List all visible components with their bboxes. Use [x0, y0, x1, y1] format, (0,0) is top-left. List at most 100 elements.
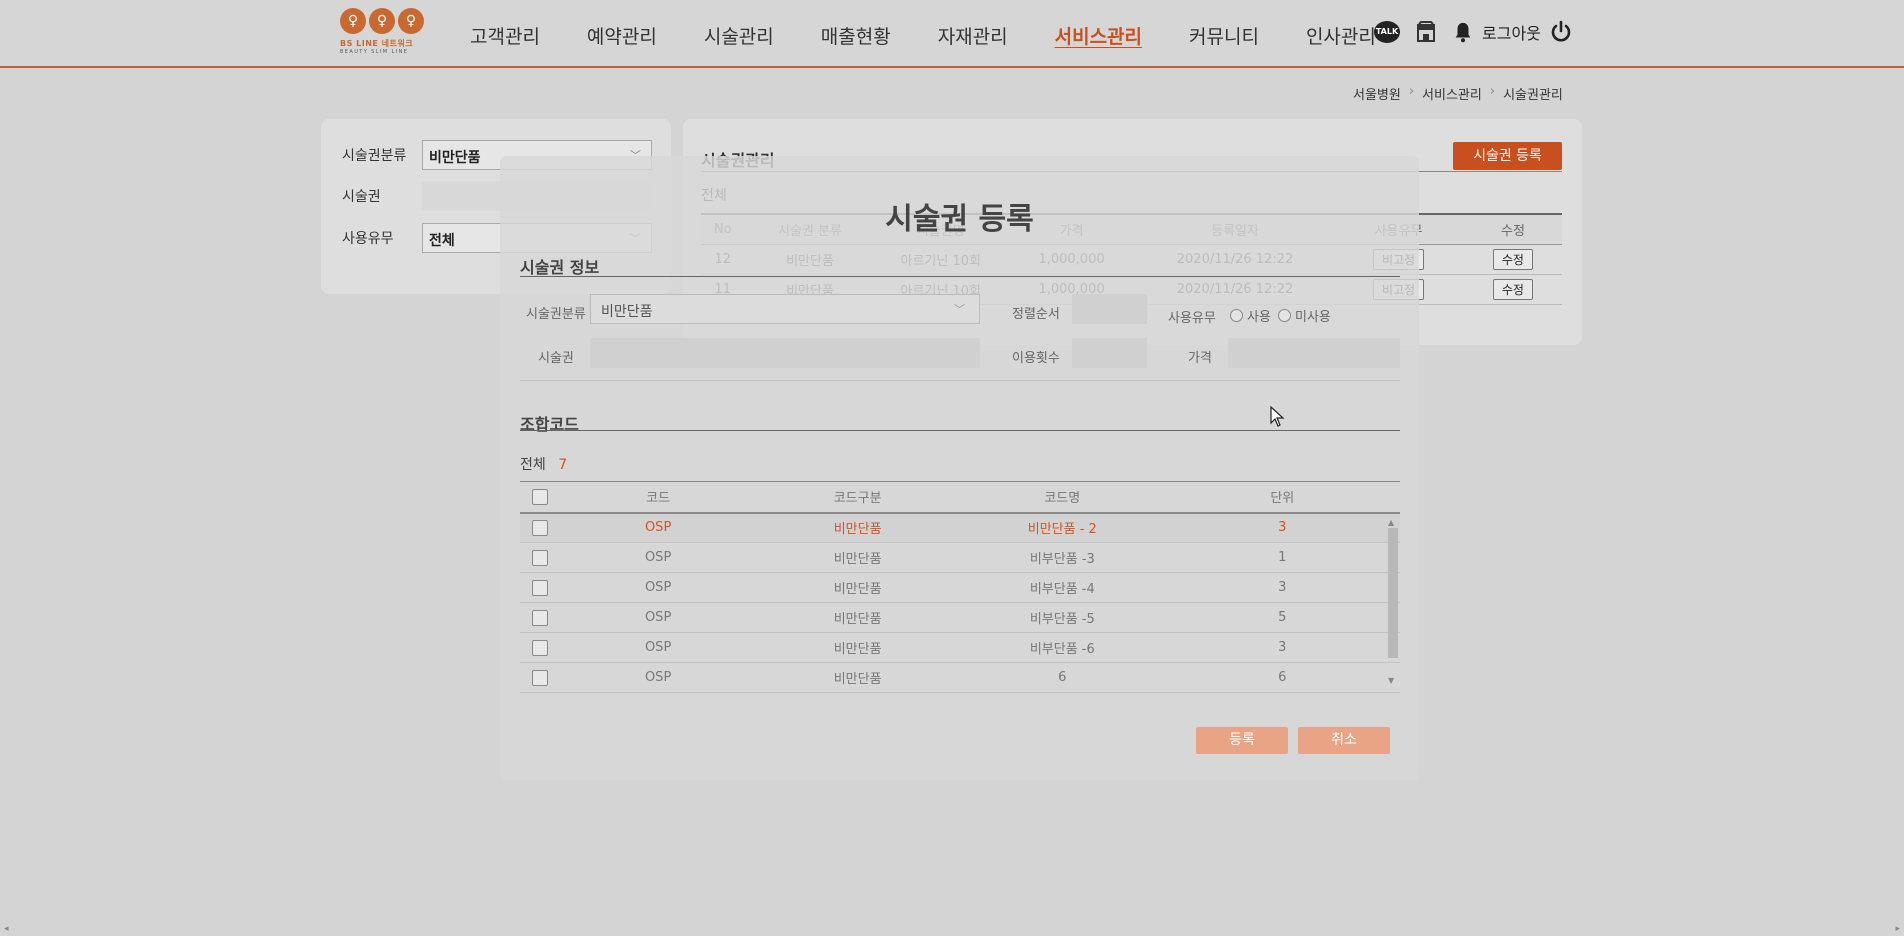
power-icon[interactable] [1549, 20, 1573, 44]
combo-total: 전체 7 [520, 454, 567, 474]
row-checkbox-cell [520, 662, 561, 693]
table-row[interactable]: OSP 비만단품 비만단품 - 23 [520, 512, 1400, 543]
table-row[interactable]: OSP 비만단품 비부단품 -6 3 [520, 632, 1400, 663]
breadcrumb-chevron-icon: › [1489, 84, 1496, 99]
ticket-info-section-title: 시술권 정보 [520, 258, 600, 277]
column-header[interactable]: 코드구분 [755, 481, 960, 514]
talk-icon[interactable]: TALK [1374, 21, 1400, 43]
radio-use[interactable]: 사용 [1230, 306, 1271, 325]
modal-sort-label: 정렬순서 [1012, 307, 1060, 322]
filter-ticket-label: 시술권 [342, 189, 381, 205]
table-cell-code: OSP [560, 602, 756, 633]
column-header[interactable]: 단위 [1164, 481, 1400, 514]
table-cell-type: 비만단품 [755, 602, 960, 633]
column-header[interactable]: 코드 [560, 481, 756, 514]
chevron-down-icon: ﹀ [954, 303, 965, 316]
scroll-right-icon[interactable]: ▸ [1895, 924, 1900, 934]
submit-button[interactable]: 등록 [1196, 727, 1288, 754]
modal-sort-input[interactable] [1072, 294, 1147, 324]
radio-use-label: 사용 [1247, 310, 1271, 325]
divider [520, 430, 1400, 431]
nav-item[interactable]: 예약관리 [587, 22, 657, 49]
row-checkbox[interactable] [532, 609, 549, 626]
edit-button[interactable]: 수정 [1492, 278, 1533, 300]
row-checkbox[interactable] [532, 639, 549, 656]
select-all-checkbox-cell [520, 481, 561, 514]
table-row[interactable]: OSP 비만단품 비부단품 -5 5 [520, 602, 1400, 633]
table-cell-unit: 3 [1164, 572, 1400, 603]
table-row[interactable]: OSP 비만단품 비부단품 -4 3 [520, 572, 1400, 603]
modal-count-input[interactable] [1072, 338, 1147, 368]
row-checkbox-cell [520, 602, 561, 633]
logo-brand-text: BS LINE 네트워크 [340, 39, 414, 48]
nav-item[interactable]: 매출현황 [821, 22, 891, 49]
table-cell-name: 6 [959, 662, 1165, 693]
table-cell-code: OSP [560, 572, 756, 603]
scroll-down-icon[interactable]: ▼ [1388, 676, 1394, 685]
filter-category-label: 시술권분류 [342, 148, 407, 164]
breadcrumb-item[interactable]: 시술권관리 [1503, 84, 1563, 103]
modal-category-label: 시술권분류 [526, 307, 586, 322]
table-row[interactable]: OSP 비만단품 비부단품 -3 1 [520, 542, 1400, 573]
top-header: ♀ ♀ ♀ BS LINE 네트워크 BEAUTY SLIM LINE 고객관리 예약… [0, 0, 1904, 68]
column-header[interactable]: 코드명 [959, 481, 1165, 514]
brand-logo[interactable]: ♀ ♀ ♀ BS LINE 네트워크 BEAUTY SLIM LINE [340, 8, 430, 62]
nav-item[interactable]: 시술관리 [704, 22, 774, 49]
modal-ticket-label: 시술권 [538, 351, 574, 366]
modal-category-select[interactable]: 비만단품 ﹀ [590, 294, 980, 324]
table-cell-code: OSP [560, 542, 756, 573]
modal-price-input[interactable] [1228, 338, 1400, 368]
select-all-checkbox[interactable] [532, 488, 549, 505]
table-cell-type: 비만단품 [755, 632, 960, 663]
table-cell-name: 비부단품 -3 [959, 542, 1165, 573]
main-nav: 고객관리 예약관리 시술관리 매출현황 자재관리 서비스관리 커뮤니티 인사관리 [470, 22, 1423, 49]
logo-tagline: BEAUTY SLIM LINE [340, 49, 409, 55]
radio-circle-icon [1278, 309, 1291, 322]
edit-button[interactable]: 수정 [1492, 248, 1533, 270]
nav-item[interactable]: 인사관리 [1306, 22, 1376, 49]
modal-ticket-input[interactable] [590, 338, 980, 368]
scroll-up-icon[interactable]: ▲ [1388, 518, 1394, 527]
row-checkbox[interactable] [532, 579, 549, 596]
table-cell-type: 비만단품 [755, 512, 960, 543]
modal-title: 시술권 등록 [885, 202, 1034, 237]
row-checkbox[interactable] [532, 519, 549, 536]
nav-item[interactable]: 고객관리 [470, 22, 540, 49]
breadcrumb: 서울병원 › 서비스관리 › 시술권관리 [1353, 84, 1563, 103]
radio-circle-icon [1230, 309, 1243, 322]
nav-item[interactable]: 커뮤니티 [1189, 22, 1259, 49]
row-checkbox-cell [520, 512, 561, 543]
table-scrollbar[interactable]: ▲ ▼ [1386, 518, 1398, 686]
filter-usage-value: 전체 [429, 233, 455, 249]
table-cell-name: 비부단품 -6 [959, 632, 1165, 663]
scroll-left-icon[interactable]: ◂ [4, 924, 9, 934]
combo-total-count: 7 [558, 457, 568, 473]
table-cell-code: OSP [560, 632, 756, 663]
table-cell-name: 비만단품 - 2 [959, 512, 1165, 543]
logout-button[interactable]: 로그아웃 [1482, 20, 1541, 44]
table-cell-type: 비만단품 [755, 542, 960, 573]
breadcrumb-item[interactable]: 서비스관리 [1422, 84, 1482, 103]
table-cell-name: 비부단품 -4 [959, 572, 1165, 603]
nav-item[interactable]: 서비스관리 [1055, 22, 1142, 49]
table-cell-edit: 수정 [1463, 274, 1562, 305]
register-ticket-button[interactable]: 시술권 등록 [1453, 142, 1562, 170]
radio-unused[interactable]: 미사용 [1278, 306, 1331, 325]
nav-item[interactable]: 자재관리 [938, 22, 1008, 49]
table-row[interactable]: OSP 비만단품 6 6 [520, 662, 1400, 693]
scrollbar-thumb[interactable] [1388, 528, 1398, 658]
store-icon[interactable] [1414, 20, 1438, 44]
bell-icon[interactable] [1452, 20, 1474, 44]
cancel-button[interactable]: 취소 [1298, 727, 1390, 754]
modal-count-label: 이용횟수 [1012, 351, 1060, 366]
row-checkbox-cell [520, 632, 561, 663]
modal-price-label: 가격 [1188, 351, 1212, 366]
table-cell-edit: 수정 [1463, 244, 1562, 275]
row-checkbox[interactable] [532, 669, 549, 686]
header-actions: TALK 로그아웃 [1374, 20, 1573, 44]
table-cell-unit: 1 [1164, 542, 1400, 573]
row-checkbox[interactable] [532, 549, 549, 566]
breadcrumb-item[interactable]: 서울병원 [1353, 84, 1401, 103]
column-header[interactable]: 수정 [1463, 213, 1562, 245]
radio-unused-label: 미사용 [1295, 310, 1331, 325]
